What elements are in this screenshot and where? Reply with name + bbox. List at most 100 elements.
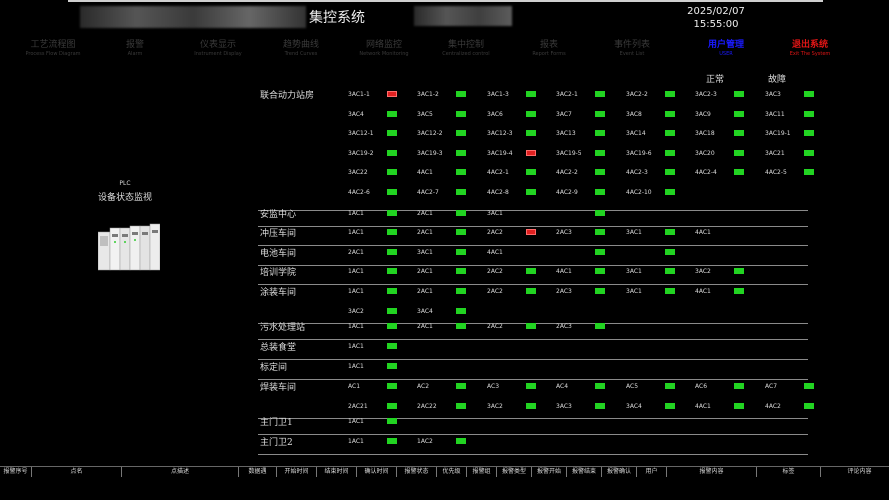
device-cell[interactable]: 3AC1 — [626, 228, 696, 240]
device-cell[interactable]: 2AC1 — [417, 228, 487, 240]
device-cell[interactable]: 4AC2-10 — [626, 188, 696, 200]
alarm-column-header[interactable]: 报警类型 — [497, 467, 532, 477]
device-cell[interactable]: 4AC2-4 — [695, 168, 765, 180]
device-cell[interactable]: 1AC1 — [348, 437, 418, 449]
device-cell[interactable]: 4AC2-6 — [348, 188, 418, 200]
device-cell[interactable]: 3AC6 — [487, 110, 557, 122]
nav-centralized-control[interactable]: 集中控制 Centralized control — [421, 40, 511, 58]
device-cell[interactable]: 4AC1 — [695, 402, 765, 414]
device-cell[interactable]: 1AC1 — [348, 322, 418, 334]
device-cell[interactable]: 3AC2-3 — [695, 90, 765, 102]
device-cell[interactable]: 4AC1 — [695, 228, 765, 240]
nav-network-monitoring[interactable]: 网络监控 Network Monitoring — [339, 40, 429, 58]
device-cell[interactable]: 3AC14 — [626, 129, 696, 141]
device-cell[interactable]: 3AC12-2 — [417, 129, 487, 141]
device-cell[interactable]: AC4 — [556, 382, 626, 394]
device-cell[interactable]: 3AC1 — [417, 248, 487, 260]
device-cell[interactable]: 3AC8 — [626, 110, 696, 122]
device-cell[interactable]: 3AC19-3 — [417, 149, 487, 161]
device-cell[interactable]: 2AC1 — [417, 287, 487, 299]
device-cell[interactable]: 4AC1 — [487, 248, 557, 260]
nav-process-flow[interactable]: 工艺流程图 Process Flow Diagram — [8, 40, 98, 58]
nav-exit-system[interactable]: 退出系统 Exit The System — [765, 40, 855, 58]
device-cell[interactable]: 2AC1 — [417, 267, 487, 279]
device-cell[interactable]: AC7 — [765, 382, 835, 394]
device-cell[interactable]: 4AC2-8 — [487, 188, 557, 200]
nav-alarm[interactable]: 报警 Alarm — [90, 40, 180, 58]
device-cell[interactable]: 3AC19-4 — [487, 149, 557, 161]
device-cell[interactable]: 3AC9 — [695, 110, 765, 122]
nav-event-list[interactable]: 事件列表 Event List — [587, 40, 677, 58]
device-cell[interactable]: 2AC3 — [556, 322, 626, 334]
device-cell[interactable]: 3AC1 — [626, 267, 696, 279]
alarm-column-header[interactable]: 报警结束 — [567, 467, 602, 477]
device-cell[interactable]: 3AC21 — [765, 149, 835, 161]
device-cell[interactable]: 1AC1 — [348, 417, 418, 429]
device-cell[interactable]: 3AC22 — [348, 168, 418, 180]
alarm-column-header[interactable]: 报警状态 — [397, 467, 437, 477]
device-cell[interactable]: 3AC2 — [695, 267, 765, 279]
device-cell[interactable]: 3AC1-3 — [487, 90, 557, 102]
device-cell[interactable]: 4AC2-2 — [556, 168, 626, 180]
device-cell[interactable]: 1AC1 — [348, 342, 418, 354]
nav-trend-curves[interactable]: 趋势曲线 Trend Curves — [256, 40, 346, 58]
device-cell[interactable]: 4AC1 — [556, 267, 626, 279]
nav-report-forms[interactable]: 报表 Report Forms — [504, 40, 594, 58]
alarm-column-header[interactable]: 报警内容 — [667, 467, 757, 477]
device-cell[interactable]: 3AC18 — [695, 129, 765, 141]
alarm-column-header[interactable]: 结束时间 — [317, 467, 357, 477]
device-cell[interactable]: 3AC19-6 — [626, 149, 696, 161]
device-cell[interactable]: 4AC1 — [695, 287, 765, 299]
device-cell[interactable]: 2AC1 — [417, 209, 487, 221]
device-cell[interactable]: 2AC21 — [348, 402, 418, 414]
alarm-column-header[interactable]: 优先级 — [437, 467, 467, 477]
device-cell[interactable]: 3AC12-3 — [487, 129, 557, 141]
nav-user-management[interactable]: 用户管理 USER — [681, 40, 771, 58]
alarm-column-header[interactable]: 报警开始 — [532, 467, 567, 477]
device-cell[interactable]: 3AC19-5 — [556, 149, 626, 161]
device-cell[interactable]: AC1 — [348, 382, 418, 394]
alarm-column-header[interactable]: 确认时间 — [357, 467, 397, 477]
device-cell[interactable]: 2AC3 — [556, 228, 626, 240]
device-cell[interactable]: 4AC2-5 — [765, 168, 835, 180]
device-cell[interactable]: 3AC1-1 — [348, 90, 418, 102]
device-cell[interactable]: 2AC2 — [487, 322, 557, 334]
device-cell[interactable] — [626, 248, 696, 260]
device-cell[interactable]: 2AC1 — [417, 322, 487, 334]
device-cell[interactable]: AC6 — [695, 382, 765, 394]
device-cell[interactable] — [556, 248, 626, 260]
device-cell[interactable]: 3AC3 — [765, 90, 835, 102]
alarm-column-header[interactable]: 点描述 — [122, 467, 239, 477]
device-cell[interactable]: AC2 — [417, 382, 487, 394]
device-cell[interactable]: 3AC4 — [417, 307, 487, 319]
device-cell[interactable]: 3AC2 — [348, 307, 418, 319]
device-cell[interactable]: 4AC2 — [765, 402, 835, 414]
nav-instrument-display[interactable]: 仪表显示 Instrument Display — [173, 40, 263, 58]
device-cell[interactable]: 2AC2 — [487, 287, 557, 299]
device-cell[interactable]: 3AC3 — [556, 402, 626, 414]
alarm-column-header[interactable]: 报警序号 — [0, 467, 32, 477]
device-cell[interactable]: 2AC2 — [487, 267, 557, 279]
device-cell[interactable]: 3AC20 — [695, 149, 765, 161]
device-cell[interactable]: 4AC2-3 — [626, 168, 696, 180]
device-cell[interactable]: 3AC19-1 — [765, 129, 835, 141]
alarm-column-header[interactable]: 点名 — [32, 467, 122, 477]
device-cell[interactable]: 3AC12-1 — [348, 129, 418, 141]
device-cell[interactable]: 4AC2-1 — [487, 168, 557, 180]
device-cell[interactable]: 3AC1-2 — [417, 90, 487, 102]
device-cell[interactable]: 2AC22 — [417, 402, 487, 414]
device-cell[interactable]: 3AC4 — [348, 110, 418, 122]
device-cell[interactable]: AC3 — [487, 382, 557, 394]
device-cell[interactable]: 1AC2 — [417, 437, 487, 449]
alarm-column-header[interactable]: 标签 — [757, 467, 821, 477]
device-cell[interactable]: 3AC2-2 — [626, 90, 696, 102]
alarm-column-header[interactable]: 报警组 — [467, 467, 497, 477]
device-cell[interactable]: 3AC11 — [765, 110, 835, 122]
device-cell[interactable]: 3AC19-2 — [348, 149, 418, 161]
device-cell[interactable]: 3AC4 — [626, 402, 696, 414]
device-cell[interactable]: 3AC2-1 — [556, 90, 626, 102]
device-cell[interactable]: 1AC1 — [348, 209, 418, 221]
device-cell[interactable]: 4AC1 — [417, 168, 487, 180]
device-cell[interactable]: AC5 — [626, 382, 696, 394]
device-cell[interactable]: 1AC1 — [348, 228, 418, 240]
